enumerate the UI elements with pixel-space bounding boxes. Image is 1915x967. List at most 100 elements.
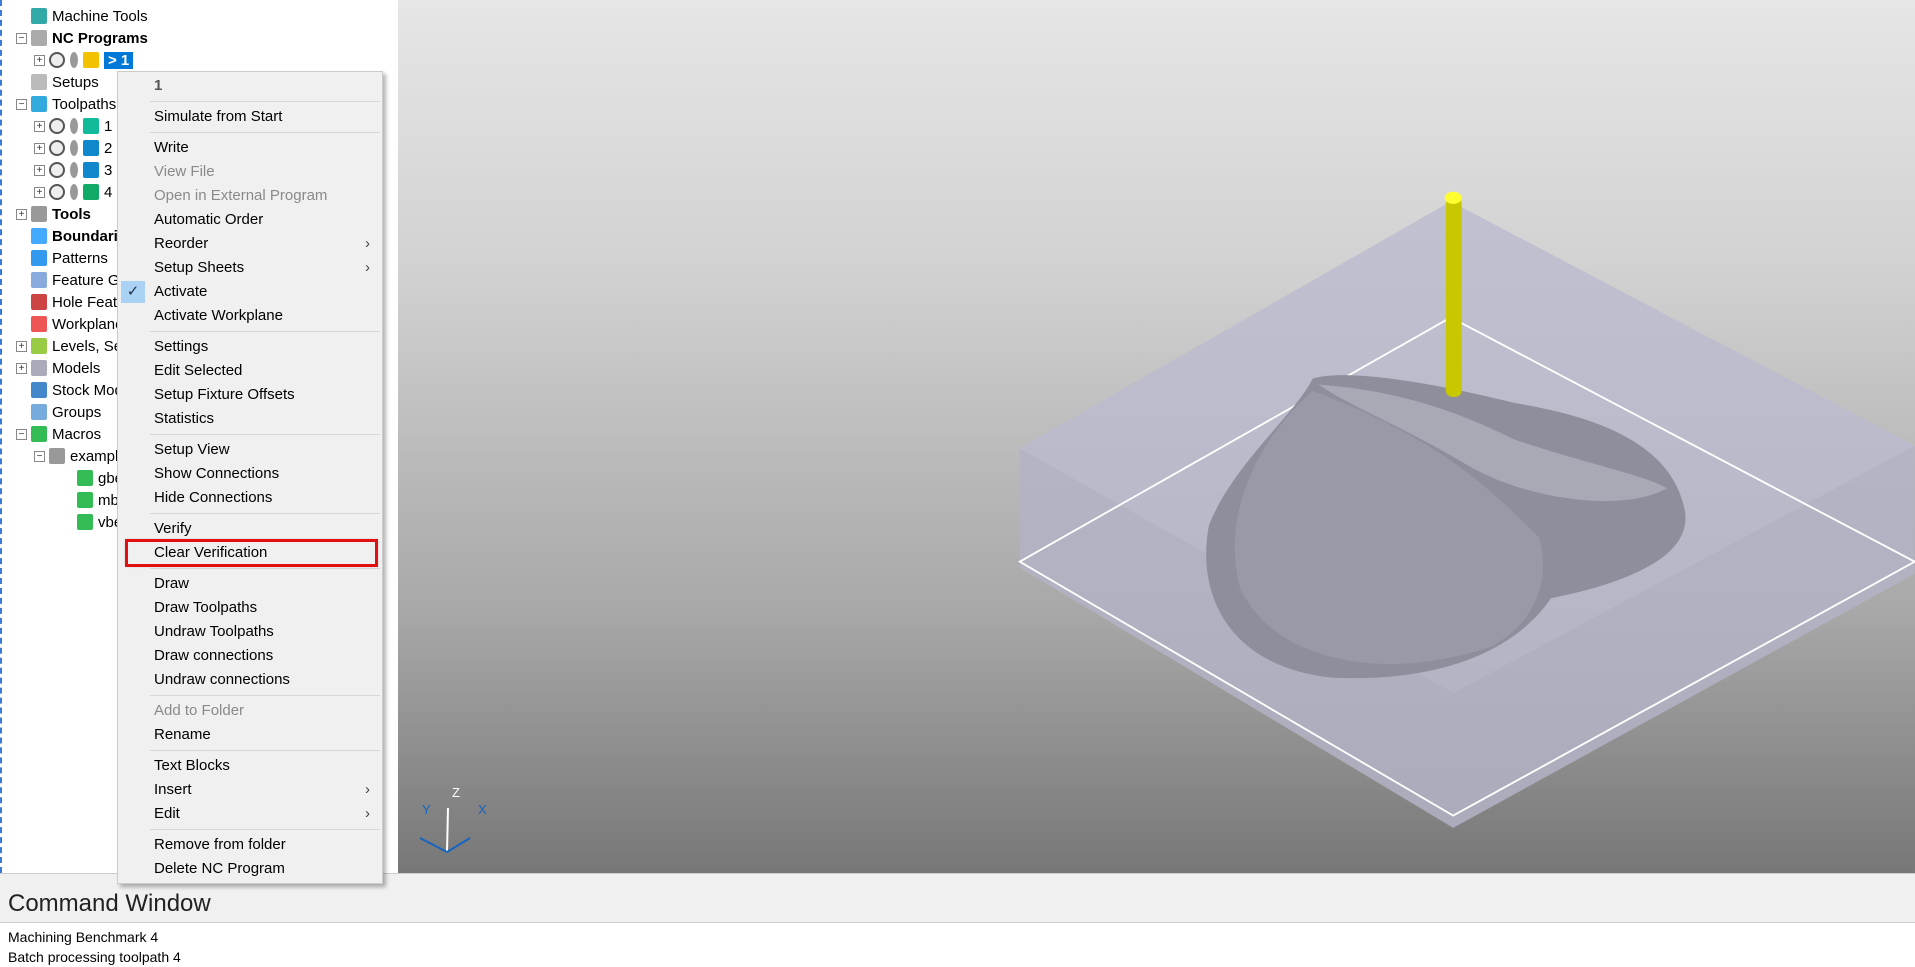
tree-item-label: Setups	[52, 73, 99, 91]
menu-item-undraw-toolpaths[interactable]: Undraw Toolpaths	[118, 620, 382, 644]
tree-item-label: Macros	[52, 425, 102, 443]
menu-item-label: Write	[154, 139, 189, 156]
tree-item[interactable]: +3	[34, 159, 112, 181]
tree-item[interactable]: +1	[34, 115, 112, 137]
check-icon	[49, 140, 65, 156]
bulb-icon	[70, 118, 78, 134]
3d-viewport[interactable]: Z Y X	[398, 0, 1915, 873]
menu-item-label: Edit	[154, 805, 180, 822]
tree-item[interactable]: + Tools	[16, 203, 91, 225]
menu-item-write[interactable]: Write	[118, 136, 382, 160]
setups-icon	[31, 74, 47, 90]
menu-item-clear-verification[interactable]: Clear Verification	[125, 539, 378, 567]
menu-separator	[150, 331, 380, 332]
menu-item-label: Edit Selected	[154, 362, 243, 379]
menu-item-verify[interactable]: Verify	[118, 517, 382, 541]
menu-item-label: Draw connections	[154, 647, 274, 664]
levels-icon	[31, 338, 47, 354]
macro-folder-icon	[49, 448, 65, 464]
menu-item-draw-connections[interactable]: Draw connections	[118, 644, 382, 668]
tree-item[interactable]: + > 1	[34, 49, 134, 71]
collapse-icon[interactable]: −	[16, 98, 27, 110]
menu-item-label: Hide Connections	[154, 489, 273, 506]
tree-item[interactable]: Setups	[16, 71, 99, 93]
expand-icon[interactable]: +	[34, 120, 45, 132]
menu-item-label: Add to Folder	[154, 702, 245, 719]
collapse-icon[interactable]: −	[16, 32, 27, 44]
menu-item-setup-sheets[interactable]: Setup Sheets ›	[118, 256, 382, 280]
menu-item-label: Statistics	[154, 410, 215, 427]
menu-item-edit[interactable]: Edit ›	[118, 802, 382, 826]
macro-icon	[77, 492, 93, 508]
expand-icon[interactable]: +	[34, 142, 45, 154]
tree-item[interactable]: +4	[34, 181, 112, 203]
model-view	[1017, 191, 1915, 828]
menu-item-draw-toolpaths[interactable]: Draw Toolpaths	[118, 596, 382, 620]
menu-item-automatic-order[interactable]: Automatic Order	[118, 208, 382, 232]
expand-icon[interactable]: +	[34, 186, 45, 198]
menu-item-activate[interactable]: Activate ✓	[118, 280, 382, 304]
menu-item-hide-connections[interactable]: Hide Connections	[118, 486, 382, 510]
menu-item-label: Activate Workplane	[154, 307, 283, 324]
tree-item[interactable]: Machine Tools	[16, 5, 148, 27]
menu-item-undraw-connections[interactable]: Undraw connections	[118, 668, 382, 692]
tree-item[interactable]: − NC Programs	[16, 27, 148, 49]
bulb-icon	[70, 184, 78, 200]
expand-icon[interactable]: +	[34, 164, 45, 176]
nc-program-icon	[83, 52, 99, 68]
macro-icon	[77, 470, 93, 486]
menu-item-remove-from-folder[interactable]: Remove from folder	[118, 833, 382, 857]
tool-tip-icon	[1444, 191, 1462, 204]
menu-item-show-connections[interactable]: Show Connections	[118, 462, 382, 486]
menu-item-draw[interactable]: Draw	[118, 572, 382, 596]
checkmark-icon: ✓	[121, 281, 145, 303]
output-line: Machining Benchmark 4	[8, 929, 159, 945]
menu-item-simulate-from-start[interactable]: Simulate from Start	[118, 105, 382, 129]
menu-item-text-blocks[interactable]: Text Blocks	[118, 754, 382, 778]
toolpath-icon	[83, 162, 99, 178]
collapse-icon[interactable]: −	[16, 428, 27, 440]
menu-item-label: Undraw connections	[154, 671, 290, 688]
menu-item-label: Automatic Order	[154, 211, 264, 228]
toolpaths-icon	[31, 96, 47, 112]
stock-models-icon	[31, 382, 47, 398]
output-line: Batch processing toolpath 4	[8, 949, 181, 965]
menu-item-setup-fixture-offsets[interactable]: Setup Fixture Offsets	[118, 383, 382, 407]
tree-item-label: 2	[104, 139, 113, 157]
menu-item-label: Settings	[154, 338, 209, 355]
menu-item-reorder[interactable]: Reorder ›	[118, 232, 382, 256]
tree-item[interactable]: Patterns	[16, 247, 108, 269]
expand-icon[interactable]: +	[16, 208, 27, 220]
menu-item-label: Open in External Program	[154, 187, 328, 204]
patterns-icon	[31, 250, 47, 266]
menu-item-insert[interactable]: Insert ›	[118, 778, 382, 802]
tree-item[interactable]: + Models	[16, 357, 100, 379]
machine-tools-icon	[31, 8, 47, 24]
menu-item-setup-view[interactable]: Setup View	[118, 438, 382, 462]
menu-item-rename[interactable]: Rename	[118, 723, 382, 747]
tree-item-label: Machine Tools	[52, 7, 148, 25]
collapse-icon[interactable]: −	[34, 450, 45, 462]
tree-item[interactable]: +2	[34, 137, 112, 159]
tree-item-label: > 1	[104, 51, 134, 69]
toolpath-icon	[83, 118, 99, 134]
toolpath-icon	[83, 184, 99, 200]
expand-icon[interactable]: +	[34, 54, 45, 66]
menu-item-delete-nc-program[interactable]: Delete NC Program	[118, 857, 382, 881]
menu-item-settings[interactable]: Settings	[118, 335, 382, 359]
cutting-tool	[1445, 197, 1462, 397]
command-output[interactable]: Machining Benchmark 4 Batch processing t…	[0, 922, 1915, 965]
tree-item[interactable]: Workplanes	[16, 313, 131, 335]
menu-item-edit-selected[interactable]: Edit Selected	[118, 359, 382, 383]
menu-item-label: Text Blocks	[154, 757, 230, 774]
workplanes-icon	[31, 316, 47, 332]
tree-item[interactable]: Groups	[16, 401, 101, 423]
expand-icon[interactable]: +	[16, 362, 27, 374]
menu-item-statistics[interactable]: Statistics	[118, 407, 382, 431]
check-icon	[49, 162, 65, 178]
tree-item[interactable]: − Toolpaths	[16, 93, 116, 115]
menu-item-label: Delete NC Program	[154, 860, 285, 877]
tree-item[interactable]: − Macros	[16, 423, 101, 445]
menu-item-activate-workplane[interactable]: Activate Workplane	[118, 304, 382, 328]
expand-icon[interactable]: +	[16, 340, 27, 352]
